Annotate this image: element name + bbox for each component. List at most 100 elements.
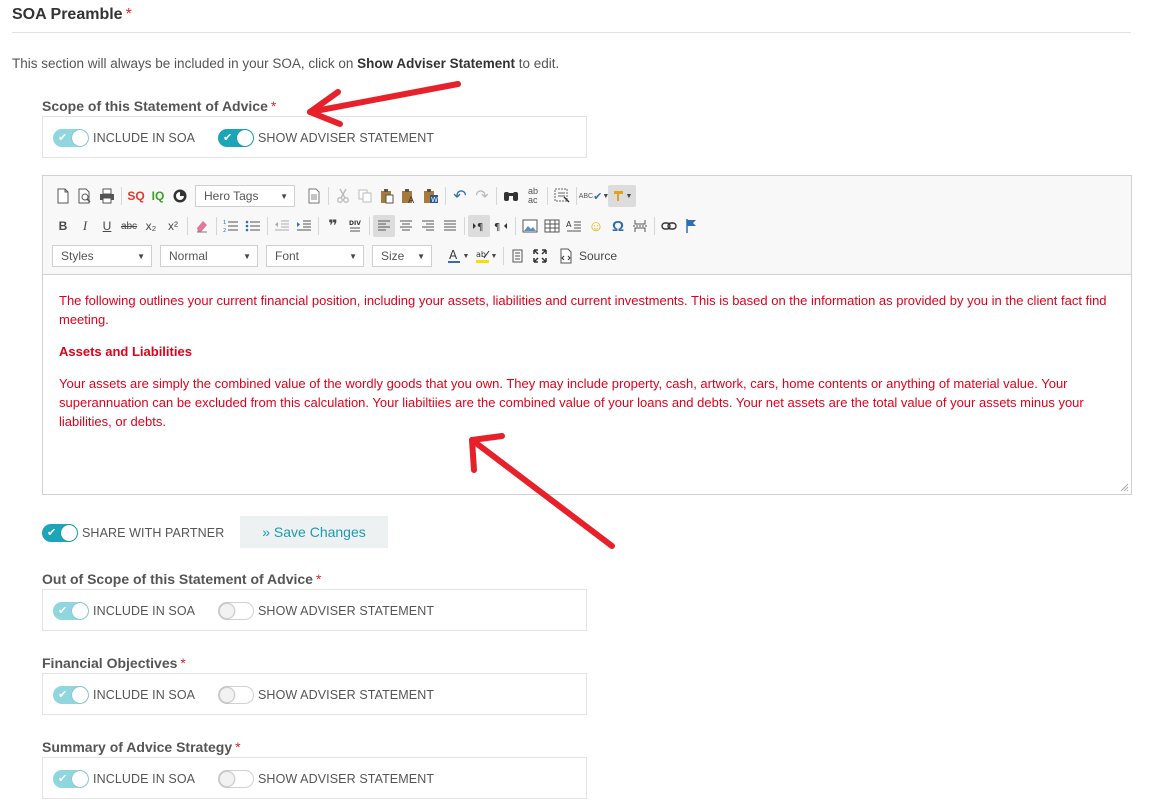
toggle-switch[interactable] xyxy=(218,770,254,788)
check-icon: ✔ xyxy=(223,132,233,144)
create-div-icon[interactable]: DIV xyxy=(344,215,366,237)
text-direction-ltr-icon[interactable]: ¶ xyxy=(468,215,490,237)
sq-button[interactable]: SQ xyxy=(125,185,147,207)
subscript-button[interactable]: x₂ xyxy=(140,215,162,237)
align-left-icon[interactable] xyxy=(373,215,395,237)
align-center-icon[interactable] xyxy=(395,215,417,237)
show-adviser-statement-toggle-financial-objectives[interactable]: SHOW ADVISER STATEMENT xyxy=(218,685,434,705)
underline-button[interactable]: U xyxy=(96,215,118,237)
editor-content[interactable]: The following outlines your current fina… xyxy=(59,291,1119,444)
caret-down-icon: ▼ xyxy=(462,252,470,260)
caret-down-icon: ▼ xyxy=(349,251,357,261)
paste-icon[interactable] xyxy=(376,185,398,207)
print-icon[interactable] xyxy=(96,185,118,207)
intro-text: This section will always be included in … xyxy=(12,56,559,71)
special-character-icon[interactable]: Ω xyxy=(607,215,629,237)
caret-down-icon: ▼ xyxy=(243,251,251,261)
bold-button[interactable]: B xyxy=(52,215,74,237)
text-color-dropdown[interactable]: A ▼ xyxy=(444,245,472,267)
outdent-icon[interactable] xyxy=(271,215,293,237)
remove-format-icon[interactable] xyxy=(191,215,213,237)
table-icon[interactable] xyxy=(541,215,563,237)
indent-icon[interactable] xyxy=(293,215,315,237)
strikethrough-button[interactable]: abc xyxy=(118,215,140,237)
toggle-switch[interactable] xyxy=(218,602,254,620)
source-button[interactable]: Source xyxy=(579,249,617,263)
bulleted-list-icon[interactable] xyxy=(242,215,264,237)
resize-handle-icon[interactable] xyxy=(1119,482,1129,492)
background-color-dropdown[interactable]: ab ▼ xyxy=(472,245,500,267)
anchor-flag-icon[interactable] xyxy=(680,215,702,237)
toolbar-separator xyxy=(464,217,465,235)
toggle-knob xyxy=(72,687,88,703)
source-icon[interactable] xyxy=(555,245,577,267)
toggle-switch[interactable]: ✔ xyxy=(53,602,89,620)
new-page-icon[interactable] xyxy=(52,185,74,207)
section-title-text: Financial Objectives xyxy=(42,655,178,671)
redo-icon[interactable]: ↷ xyxy=(471,185,493,207)
show-adviser-statement-toggle-scope[interactable]: ✔ SHOW ADVISER STATEMENT xyxy=(218,128,434,148)
toggle-knob xyxy=(219,771,235,787)
link-icon[interactable] xyxy=(658,215,680,237)
toggle-switch[interactable]: ✔ xyxy=(53,770,89,788)
maximize-icon[interactable] xyxy=(529,245,551,267)
superscript-button[interactable]: x² xyxy=(162,215,184,237)
align-right-icon[interactable] xyxy=(417,215,439,237)
find-icon[interactable] xyxy=(500,185,522,207)
save-changes-button[interactable]: » Save Changes xyxy=(240,516,388,548)
toggle-switch[interactable]: ✔ xyxy=(53,129,89,147)
spellcheck-dropdown[interactable]: ABC ✔ ▼ xyxy=(579,185,610,207)
copy-icon[interactable] xyxy=(354,185,376,207)
preview-icon[interactable] xyxy=(74,185,96,207)
caret-down-icon: ▼ xyxy=(490,252,498,260)
include-in-soa-toggle-scope[interactable]: ✔ INCLUDE IN SOA xyxy=(53,128,195,148)
include-in-soa-toggle-financial-objectives[interactable]: ✔ INCLUDE IN SOA xyxy=(53,685,195,705)
size-dropdown[interactable]: Size ▼ xyxy=(372,245,432,267)
font-dropdown[interactable]: Font ▼ xyxy=(266,245,364,267)
toggle-switch[interactable]: ✔ xyxy=(53,686,89,704)
share-with-partner-toggle[interactable]: ✔ SHARE WITH PARTNER xyxy=(42,523,224,543)
cut-icon[interactable] xyxy=(332,185,354,207)
toggle-group-financial-objectives: ✔ INCLUDE IN SOA SHOW ADVISER STATEMENT xyxy=(42,673,587,715)
select-all-icon[interactable] xyxy=(551,185,573,207)
check-icon: ✔ xyxy=(593,190,603,203)
special-text-icon[interactable]: A xyxy=(563,215,585,237)
rich-text-editor: SQ IQ Hero Tags ▼ A W ↶ ↷ ab ac ABC ✔ ▼ ▼ B xyxy=(42,175,1132,495)
styles-dropdown[interactable]: Styles ▼ xyxy=(52,245,152,267)
numbered-list-icon[interactable]: 12 xyxy=(220,215,242,237)
show-adviser-statement-toggle-summary-of-advice[interactable]: SHOW ADVISER STATEMENT xyxy=(218,769,434,789)
toggle-switch[interactable] xyxy=(218,686,254,704)
caret-down-icon: ▼ xyxy=(280,191,288,201)
undo-icon[interactable]: ↶ xyxy=(449,185,471,207)
replace-icon[interactable]: ab ac xyxy=(522,185,544,207)
show-adviser-statement-toggle-out-of-scope[interactable]: SHOW ADVISER STATEMENT xyxy=(218,601,434,621)
format-painter-dropdown[interactable]: ▼ xyxy=(608,185,636,207)
italic-button[interactable]: I xyxy=(74,215,96,237)
size-label: Size xyxy=(381,249,405,263)
paste-text-icon[interactable]: A xyxy=(398,185,420,207)
iq-button[interactable]: IQ xyxy=(147,185,169,207)
hero-icon[interactable] xyxy=(169,185,191,207)
svg-text:A: A xyxy=(408,196,415,204)
section-title-financial-objectives: Financial Objectives * xyxy=(42,655,186,671)
template-icon[interactable] xyxy=(303,185,325,207)
toggle-switch[interactable]: ✔ xyxy=(42,524,78,542)
text-direction-rtl-icon[interactable]: ¶ xyxy=(490,215,512,237)
blockquote-icon[interactable]: ❞ xyxy=(322,215,344,237)
page-break-icon[interactable] xyxy=(629,215,651,237)
include-in-soa-toggle-out-of-scope[interactable]: ✔ INCLUDE IN SOA xyxy=(53,601,195,621)
toggle-switch[interactable]: ✔ xyxy=(218,129,254,147)
page-title: SOA Preamble * xyxy=(12,6,132,24)
align-justify-icon[interactable] xyxy=(439,215,461,237)
image-icon[interactable] xyxy=(519,215,541,237)
show-blocks-icon[interactable] xyxy=(507,245,529,267)
format-label: Normal xyxy=(169,249,208,263)
format-dropdown[interactable]: Normal ▼ xyxy=(160,245,258,267)
smiley-icon[interactable]: ☺ xyxy=(585,215,607,237)
paste-word-icon[interactable]: W xyxy=(420,185,442,207)
include-in-soa-toggle-summary-of-advice[interactable]: ✔ INCLUDE IN SOA xyxy=(53,769,195,789)
hero-tags-dropdown[interactable]: Hero Tags ▼ xyxy=(195,185,295,207)
section-title-summary-of-advice: Summary of Advice Strategy * xyxy=(42,739,241,755)
show-adviser-statement-label: SHOW ADVISER STATEMENT xyxy=(258,688,435,702)
required-mark: * xyxy=(180,655,186,671)
